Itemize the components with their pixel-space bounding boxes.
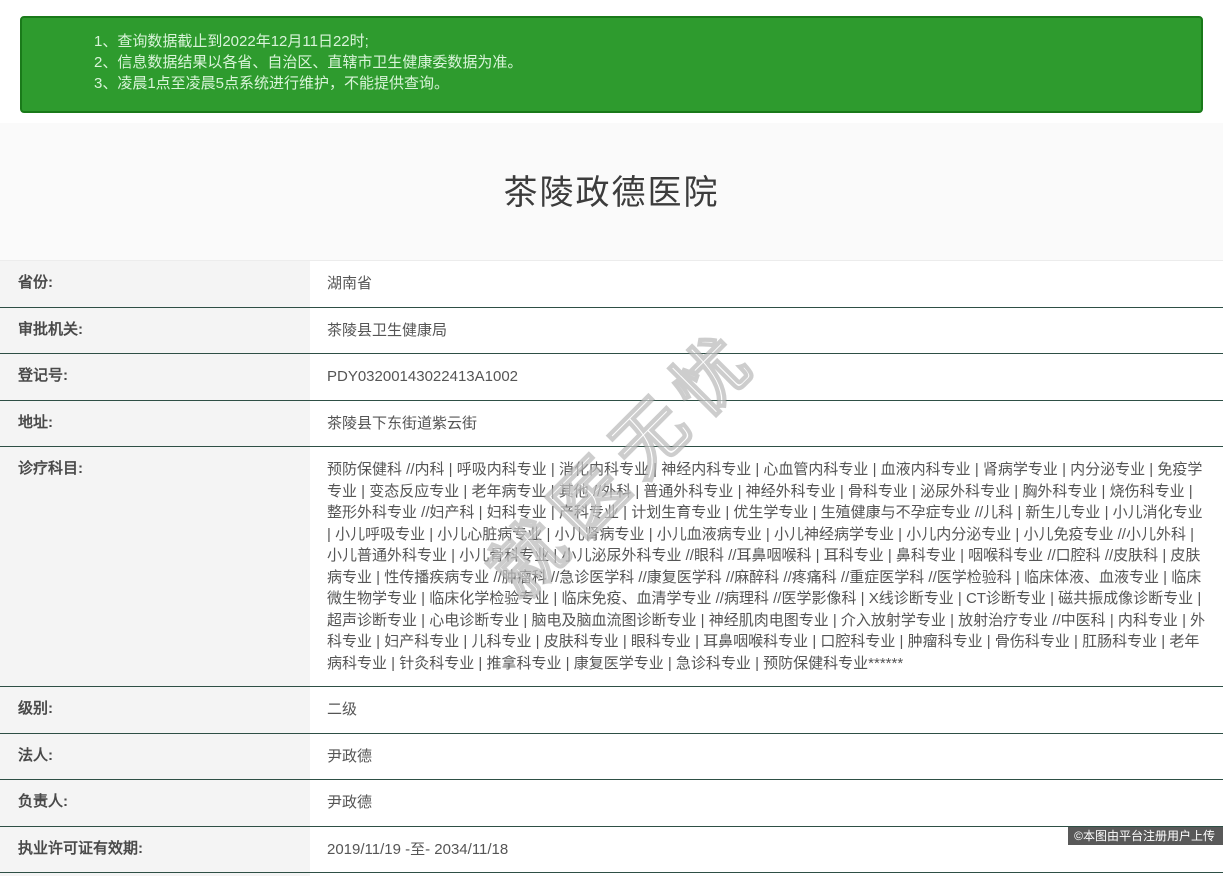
row-value: 湖南省	[327, 275, 373, 292]
table-row: 诊疗科目: 预防保健科 //内科 | 呼吸内科专业 | 消化内科专业 | 神经内…	[0, 447, 1223, 687]
row-label: 负责人:	[0, 780, 310, 826]
row-label: 诊疗科目:	[0, 447, 310, 686]
row-label: 法人:	[0, 733, 310, 779]
table-row: 执业许可证有效期: 2019/11/19 -至- 2034/11/18	[0, 826, 1223, 873]
row-label: 登记号:	[0, 354, 310, 400]
row-value: 尹政德	[327, 794, 373, 811]
row-label: 审批机关:	[0, 307, 310, 353]
notice-item: 1、查询数据截止到2022年12月11日22时;	[94, 33, 369, 50]
notice-item: 2、信息数据结果以各省、自治区、直辖市卫生健康委数据为准。	[94, 54, 523, 71]
table-row: 负责人: 尹政德	[0, 780, 1223, 827]
page-title: 茶陵政德医院	[503, 174, 720, 212]
table-row: 地址: 茶陵县下东街道紫云街	[0, 400, 1223, 447]
row-value: 茶陵县下东街道紫云街	[327, 414, 478, 432]
row-label: 级别:	[0, 687, 310, 733]
notice-item: 3、凌晨1点至凌晨5点系统进行维护，不能提供查询。	[94, 75, 450, 92]
table-row: 省份: 湖南省	[0, 261, 1223, 308]
row-value: PDY03200143022413A1002	[327, 368, 519, 385]
table-row: 级别: 二级	[0, 687, 1223, 734]
copyright-badge: ©本图由平台注册用户上传	[1068, 827, 1223, 845]
info-table: 省份: 湖南省 审批机关: 茶陵县卫生健康局 登记号: PDY032001430…	[0, 261, 1223, 873]
table-row: 法人: 尹政德	[0, 733, 1223, 780]
table-row: 审批机关: 茶陵县卫生健康局	[0, 307, 1223, 354]
row-label: 地址:	[0, 400, 310, 446]
row-value: 预防保健科 //内科 | 呼吸内科专业 | 消化内科专业 | 神经内科专业 | …	[327, 461, 1206, 672]
row-value: 二级	[327, 701, 358, 718]
row-label: 省份:	[0, 261, 310, 307]
notice-list: 1、查询数据截止到2022年12月11日22时; 2、信息数据结果以各省、自治区…	[94, 31, 1181, 94]
row-label: 执业许可证有效期:	[0, 826, 310, 872]
page-header: 茶陵政德医院	[0, 123, 1223, 261]
row-value: 尹政德	[327, 747, 373, 765]
table-row: 登记号: PDY03200143022413A1002	[0, 354, 1223, 401]
row-value: 茶陵县卫生健康局	[327, 321, 448, 339]
notice-box: 1、查询数据截止到2022年12月11日22时; 2、信息数据结果以各省、自治区…	[20, 16, 1203, 113]
